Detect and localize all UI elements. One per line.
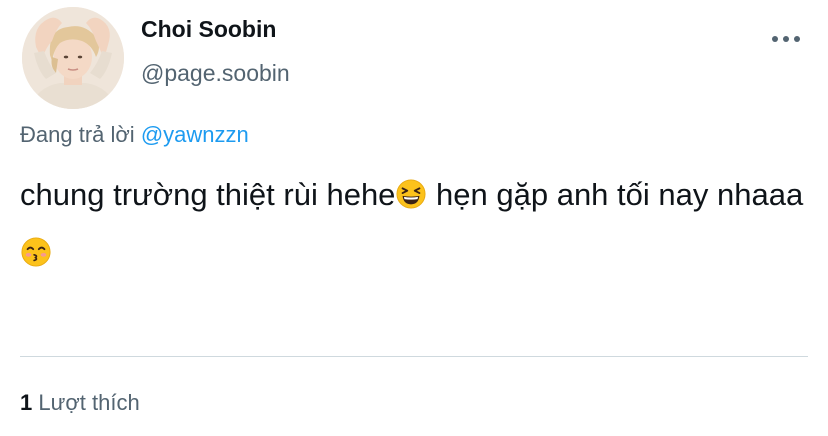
more-options-button[interactable] [766, 22, 806, 56]
reply-mention-link[interactable]: @yawnzzn [141, 122, 249, 147]
kissing-face-with-smiling-eyes-icon [21, 237, 51, 267]
tweet-text-part2: hẹn gặp anh tối nay nhaaa [427, 177, 804, 212]
more-horizontal-icon [772, 36, 800, 42]
divider [20, 356, 808, 357]
grinning-squinting-face-icon [396, 179, 426, 209]
profile-photo-icon [22, 7, 124, 109]
like-label: Lượt thích [38, 390, 140, 415]
like-count: 1 [20, 390, 33, 415]
replying-to-label: Đang trả lời [20, 122, 135, 147]
tweet-text-part1: chung trường thiệt rùi hehe [20, 177, 396, 212]
author-handle[interactable]: @page.soobin [141, 60, 290, 87]
author-display-name[interactable]: Choi Soobin [141, 16, 276, 43]
avatar[interactable] [22, 7, 124, 109]
likes-stat-link[interactable]: 1 Lượt thích [20, 390, 140, 416]
tweet-card: Choi Soobin @page.soobin Đang trả lời @y… [0, 0, 828, 436]
replying-to-line: Đang trả lời @yawnzzn [20, 122, 249, 148]
tweet-text: chung trường thiệt rùi hehe hẹn gặp anh … [20, 166, 820, 282]
